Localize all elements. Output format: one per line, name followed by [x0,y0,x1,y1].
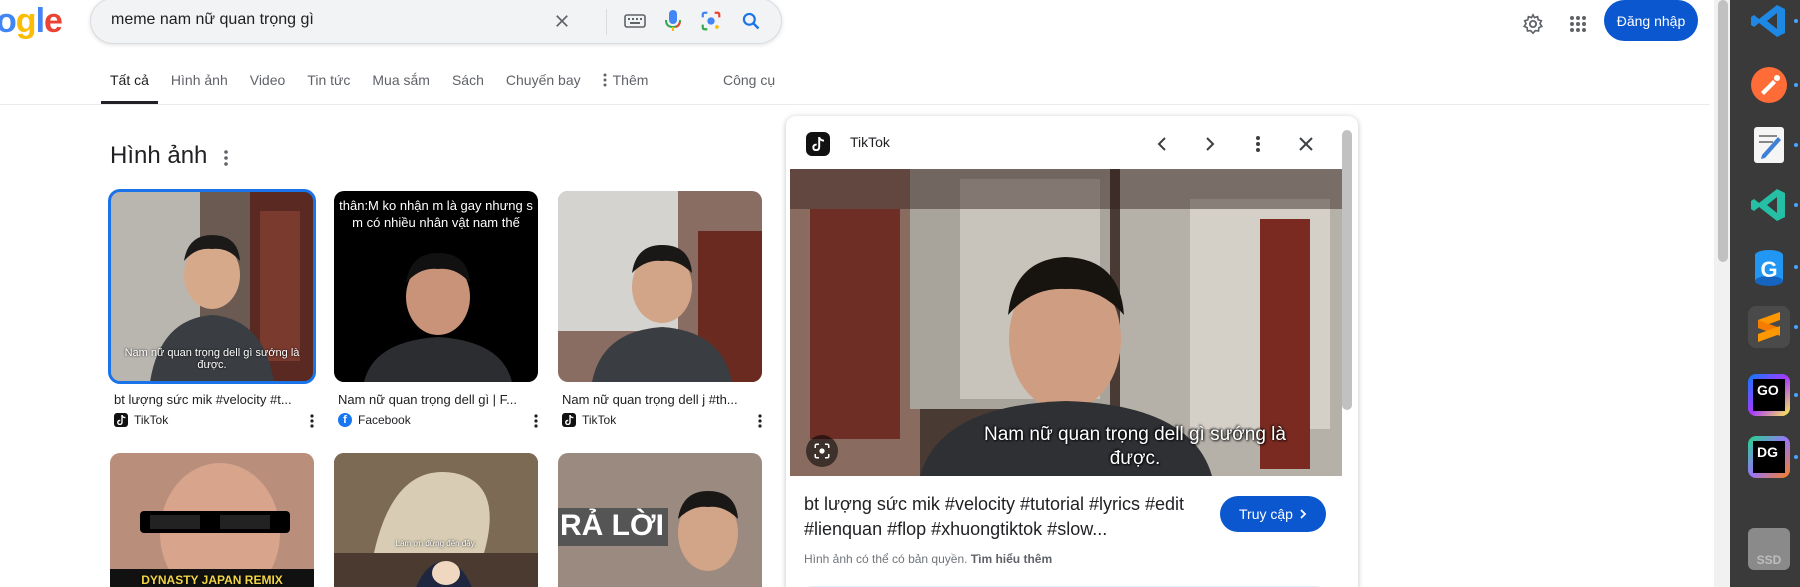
tab-books[interactable]: Sách [452,72,484,104]
image-result-3-source[interactable]: TikTok [562,413,616,427]
previous-chevron-icon[interactable] [1146,128,1178,160]
postman-icon[interactable] [1748,64,1790,106]
app-dock: G GO DG SSD [1730,0,1800,587]
vscode-insiders-icon[interactable] [1748,184,1790,226]
preview-source-label[interactable]: TikTok [850,134,890,150]
tab-all[interactable]: Tất cả [101,72,158,104]
running-indicator [1794,19,1798,23]
running-indicator [1794,325,1798,329]
search-input[interactable]: meme nam nữ quan trọng gì [111,11,314,29]
facebook-icon: f [338,413,352,427]
image-result-4[interactable]: DYNASTY JAPAN REMIX [110,453,314,587]
google-logo[interactable]: ogle [0,2,63,41]
visit-button[interactable]: Truy cập [1220,496,1326,532]
image-result-3[interactable] [558,191,762,382]
source-label: TikTok [582,413,617,427]
microphone-icon[interactable] [659,7,687,35]
result-more-icon[interactable] [755,413,765,429]
page-scrollbar-thumb[interactable] [1718,0,1728,262]
svg-text:G: G [1760,257,1777,282]
tab-images[interactable]: Hình ảnh [171,72,228,104]
tab-more[interactable]: Thêm [603,72,649,104]
tools-button[interactable]: Công cụ [723,72,775,88]
close-icon[interactable] [1290,128,1322,160]
datagrip-icon[interactable]: DG [1748,436,1790,478]
running-indicator [1794,203,1798,207]
search-box[interactable]: meme nam nữ quan trọng gì [90,0,782,44]
image-result-5[interactable]: Làm ơn đừng đến đây. [334,453,538,587]
search-divider [606,9,607,35]
source-label: TikTok [134,413,169,427]
copyright-notice: Hình ảnh có thể có bản quyền. Tìm hiểu t… [804,552,1052,566]
learn-more-link[interactable]: Tìm hiểu thêm [971,552,1052,566]
image-result-6[interactable]: RẢ LỜI [558,453,762,587]
more-vert-icon [603,73,607,87]
image-overlay-text: thân:M ko nhận m là gay nhưng s m có nhi… [339,198,533,230]
search-icon[interactable] [737,7,765,35]
copyright-text: Hình ảnh có thể có bản quyền. [804,552,968,566]
search-inside-image-icon[interactable] [806,435,838,467]
chevron-right-icon [1300,509,1307,519]
image-preview-panel: TikTok Nam nữ quan trọng dell gì sướng l… [786,116,1358,587]
image-result-1-source[interactable]: TikTok [114,413,168,427]
running-indicator [1794,393,1798,397]
text-editor-icon[interactable] [1748,124,1790,166]
visit-button-label: Truy cập [1239,506,1293,522]
google-lens-icon[interactable] [697,7,725,35]
image-result-3-caption[interactable]: Nam nữ quan trọng dell j #th... [562,392,752,407]
apps-grid-icon[interactable] [1562,8,1594,40]
running-indicator [1794,143,1798,147]
ssd-drive-icon[interactable]: SSD [1748,528,1790,570]
running-indicator [1794,455,1798,459]
tiktok-icon [562,413,576,427]
more-options-icon[interactable] [1242,128,1274,160]
image-result-2-caption[interactable]: Nam nữ quan trọng dell gì | F... [338,392,528,407]
source-label: Facebook [358,413,411,427]
tab-shopping[interactable]: Mua sắm [372,72,430,104]
image-result-1-caption[interactable]: bt lượng sức mik #velocity #t... [114,392,304,407]
tab-news[interactable]: Tin tức [307,72,350,104]
search-tabs: Tất cả Hình ảnh Video Tin tức Mua sắm Sá… [101,72,670,104]
image-overlay-text: Làm ơn đừng đến đây. [395,539,477,548]
image-overlay-text: Nam nữ quan trọng dell gì sướng là được. [124,347,300,371]
result-more-icon[interactable] [531,413,541,429]
tab-video[interactable]: Video [250,72,286,104]
tab-more-label: Thêm [612,72,649,88]
settings-gear-icon[interactable] [1517,8,1549,40]
result-more-icon[interactable] [307,413,317,429]
panel-scrollbar[interactable] [1342,130,1352,410]
sign-in-button[interactable]: Đăng nhập [1604,0,1698,41]
datagrip-label: DG [1753,441,1785,473]
tabs-divider [0,104,1710,105]
image-result-2-source[interactable]: f Facebook [338,413,411,427]
goland-icon[interactable]: GO [1748,374,1790,416]
goland-label: GO [1753,379,1785,411]
preview-image[interactable]: Nam nữ quan trọng dell gì sướng là được. [790,169,1342,476]
ssd-label: SSD [1756,553,1782,567]
running-indicator [1794,265,1798,269]
vscode-icon[interactable] [1748,0,1790,42]
image-result-2[interactable]: thân:M ko nhận m là gay nhưng s m có nhi… [334,191,538,382]
sublime-text-icon[interactable] [1748,306,1790,348]
image-overlay-text: RẢ LỜI [560,509,664,542]
running-indicator [1794,83,1798,87]
images-section-title: Hình ảnh [110,142,208,169]
image-result-1[interactable]: Nam nữ quan trọng dell gì sướng là được. [108,189,316,384]
preview-image-overlay-text: Nam nữ quan trọng dell gì sướng là được. [984,424,1286,469]
clear-search-icon[interactable] [548,7,576,35]
preview-title[interactable]: bt lượng sức mik #velocity #tutorial #ly… [804,492,1214,542]
next-chevron-icon[interactable] [1194,128,1226,160]
gitkraken-icon[interactable]: G [1748,246,1790,288]
tiktok-icon [114,413,128,427]
tiktok-icon [806,132,830,156]
tab-flights[interactable]: Chuyến bay [506,72,581,104]
keyboard-icon[interactable] [621,7,649,35]
section-more-icon[interactable] [218,148,234,168]
page: ogle meme nam nữ quan trọng gì Đăng nhập… [0,0,1800,587]
image-overlay-text: DYNASTY JAPAN REMIX [141,573,283,587]
